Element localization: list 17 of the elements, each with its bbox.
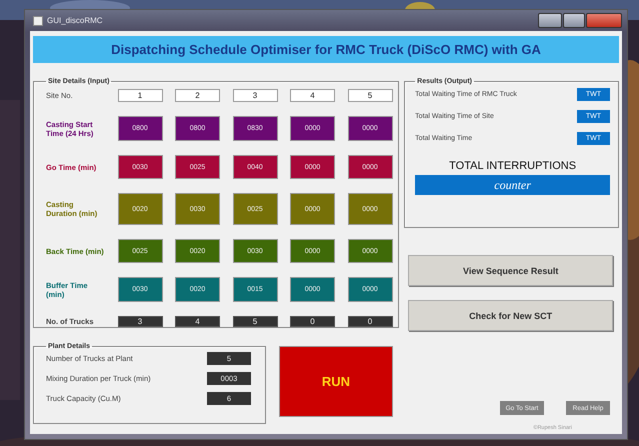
trucks-field[interactable]: 0 bbox=[348, 316, 392, 327]
site-number-field[interactable]: 3 bbox=[232, 89, 278, 102]
site-number-field[interactable]: 1 bbox=[118, 89, 162, 102]
action-button[interactable]: Check for New SCT bbox=[408, 300, 614, 331]
window-title: GUI_discoRMC bbox=[47, 16, 103, 25]
interruptions-label: TOTAL INTERRUPTIONS bbox=[448, 160, 578, 172]
counter-display: counter bbox=[415, 175, 610, 195]
trucks-field[interactable]: 5 bbox=[232, 316, 278, 327]
site-number-field[interactable]: 2 bbox=[175, 89, 220, 102]
site-number-field[interactable]: 4 bbox=[290, 89, 335, 102]
trucks-field[interactable]: 3 bbox=[118, 316, 162, 327]
app-banner: Dispatching Schedule Optimiser for RMC Truck (DiScO RMC) with GA bbox=[33, 36, 619, 63]
run-button[interactable]: RUN bbox=[279, 346, 393, 417]
trucks-field[interactable]: 0 bbox=[290, 316, 335, 327]
site-number-field[interactable]: 5 bbox=[348, 89, 392, 102]
action-button[interactable]: View Sequence Result bbox=[408, 255, 614, 286]
trucks-field[interactable]: 4 bbox=[175, 316, 220, 327]
